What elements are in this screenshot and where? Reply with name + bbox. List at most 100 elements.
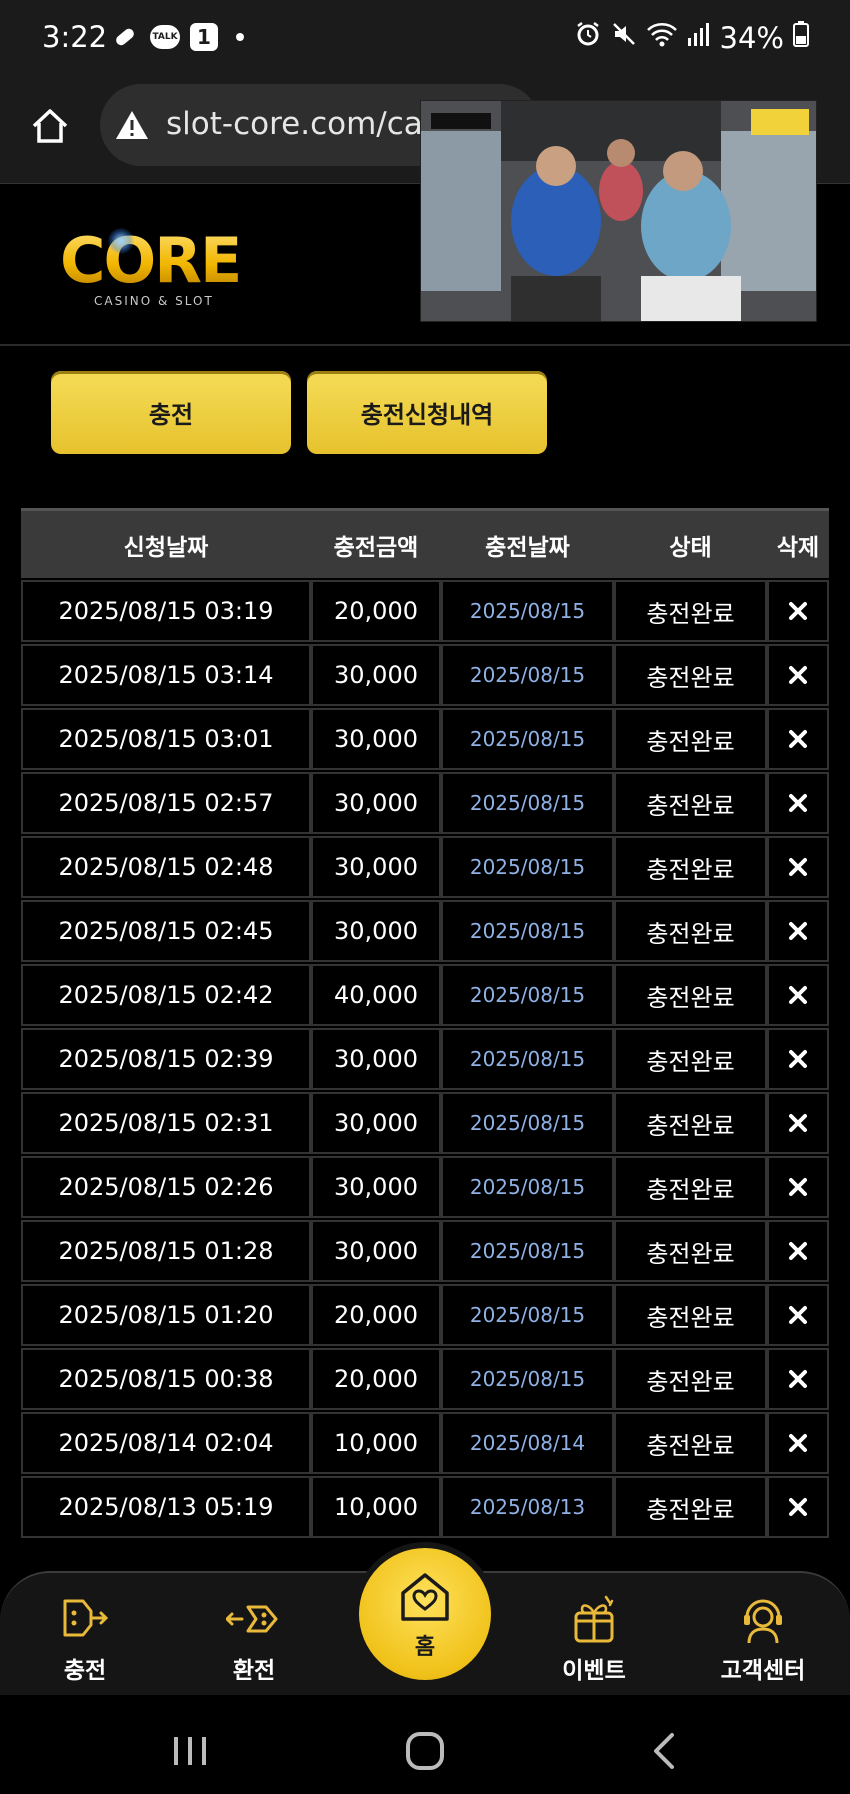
- delete-row-button[interactable]: [767, 1412, 829, 1474]
- close-icon: [789, 794, 807, 812]
- cell-request-date: 2025/08/15 02:31: [21, 1092, 311, 1154]
- delete-row-button[interactable]: [767, 836, 829, 898]
- table-row: 2025/08/15 02:31 30,000 2025/08/15 충전완료: [21, 1092, 829, 1156]
- home-heart-icon: [401, 1573, 449, 1621]
- nav-charge[interactable]: 충전: [30, 1591, 140, 1685]
- nav-home[interactable]: 홈: [359, 1548, 491, 1680]
- pill-icon: [110, 22, 140, 52]
- cell-amount: 30,000: [311, 1156, 441, 1218]
- cell-request-date: 2025/08/15 01:28: [21, 1220, 311, 1282]
- pip-video-overlay[interactable]: [420, 100, 817, 322]
- nav-support[interactable]: 고객센터: [708, 1591, 818, 1685]
- table-row: 2025/08/15 01:28 30,000 2025/08/15 충전완료: [21, 1220, 829, 1284]
- cell-request-date: 2025/08/15 02:42: [21, 964, 311, 1026]
- logo-wordmark: CORE: [60, 224, 242, 297]
- charge-tab-button[interactable]: 충전: [51, 371, 291, 454]
- header-delete: 삭제: [776, 534, 820, 561]
- table-row: 2025/08/15 02:45 30,000 2025/08/15 충전완료: [21, 900, 829, 964]
- cell-status: 충전완료: [614, 1284, 767, 1346]
- delete-row-button[interactable]: [767, 580, 829, 642]
- back-icon[interactable]: [644, 1729, 688, 1773]
- cell-charge-date: 2025/08/14: [441, 1412, 614, 1474]
- cell-request-date: 2025/08/15 00:38: [21, 1348, 311, 1410]
- delete-row-button[interactable]: [767, 1028, 829, 1090]
- cell-request-date: 2025/08/15 02:45: [21, 900, 311, 962]
- browser-home-icon[interactable]: [28, 104, 72, 148]
- cell-charge-date: 2025/08/15: [441, 1220, 614, 1282]
- cell-request-date: 2025/08/15 03:01: [21, 708, 311, 770]
- cell-charge-date: 2025/08/15: [441, 1092, 614, 1154]
- close-icon: [789, 1306, 807, 1324]
- cell-status: 충전완료: [614, 1156, 767, 1218]
- cell-request-date: 2025/08/15 02:48: [21, 836, 311, 898]
- cell-status: 충전완료: [614, 708, 767, 770]
- nav-support-label: 고객센터: [720, 1658, 806, 1684]
- cell-charge-date: 2025/08/15: [441, 772, 614, 834]
- not-secure-warning-icon[interactable]: [114, 108, 150, 142]
- recent-apps-icon[interactable]: [168, 1729, 212, 1773]
- cell-status: 충전완료: [614, 1028, 767, 1090]
- delete-row-button[interactable]: [767, 1348, 829, 1410]
- cell-status: 충전완료: [614, 1348, 767, 1410]
- delete-row-button[interactable]: [767, 1156, 829, 1218]
- table-row: 2025/08/15 00:38 20,000 2025/08/15 충전완료: [21, 1348, 829, 1412]
- cell-request-date: 2025/08/15 02:26: [21, 1156, 311, 1218]
- cell-charge-date: 2025/08/15: [441, 964, 614, 1026]
- delete-row-button[interactable]: [767, 708, 829, 770]
- nav-event[interactable]: 이벤트: [539, 1591, 649, 1685]
- status-notifications: TALK 1: [110, 22, 244, 52]
- system-home-icon[interactable]: [403, 1729, 447, 1773]
- kakaotalk-icon: TALK: [150, 25, 180, 49]
- cell-amount: 30,000: [311, 644, 441, 706]
- nav-charge-label: 충전: [63, 1658, 107, 1684]
- cell-amount: 30,000: [311, 1092, 441, 1154]
- close-icon: [789, 1434, 807, 1452]
- battery-icon: [792, 20, 810, 55]
- cell-charge-date: 2025/08/15: [441, 1156, 614, 1218]
- system-navigation-bar: [0, 1695, 850, 1794]
- site-logo[interactable]: CORE CASINO & SLOT: [60, 224, 250, 314]
- battery-percent: 34%: [719, 20, 784, 55]
- delete-row-button[interactable]: [767, 1476, 829, 1538]
- delete-row-button[interactable]: [767, 1284, 829, 1346]
- header-amount: 충전금액: [333, 534, 419, 561]
- delete-row-button[interactable]: [767, 964, 829, 1026]
- close-icon: [789, 730, 807, 748]
- cell-amount: 30,000: [311, 836, 441, 898]
- table-row: 2025/08/15 02:26 30,000 2025/08/15 충전완료: [21, 1156, 829, 1220]
- delete-row-button[interactable]: [767, 772, 829, 834]
- exchange-icon: [226, 1605, 278, 1633]
- cell-charge-date: 2025/08/15: [441, 1348, 614, 1410]
- nav-event-label: 이벤트: [562, 1658, 626, 1684]
- close-icon: [789, 1242, 807, 1260]
- close-icon: [789, 1498, 807, 1516]
- delete-row-button[interactable]: [767, 644, 829, 706]
- status-time: 3:22: [42, 20, 108, 54]
- cell-request-date: 2025/08/13 05:19: [21, 1476, 311, 1538]
- delete-row-button[interactable]: [767, 1220, 829, 1282]
- table-header: 신청날짜 충전금액 충전날짜 상태 삭제: [21, 508, 829, 578]
- cell-status: 충전완료: [614, 1476, 767, 1538]
- delete-row-button[interactable]: [767, 900, 829, 962]
- table-row: 2025/08/14 02:04 10,000 2025/08/14 충전완료: [21, 1412, 829, 1476]
- cell-charge-date: 2025/08/13: [441, 1476, 614, 1538]
- charge-icon: [63, 1599, 109, 1637]
- nav-exchange[interactable]: 환전: [199, 1591, 309, 1685]
- cell-status: 충전완료: [614, 1092, 767, 1154]
- signal-icon: [686, 20, 712, 55]
- cell-request-date: 2025/08/15 01:20: [21, 1284, 311, 1346]
- cell-amount: 30,000: [311, 1220, 441, 1282]
- charge-history-tab-button[interactable]: 충전신청내역: [307, 371, 547, 454]
- close-icon: [789, 666, 807, 684]
- wifi-icon: [646, 20, 678, 55]
- logo-subtitle: CASINO & SLOT: [94, 294, 214, 308]
- close-icon: [789, 986, 807, 1004]
- cell-request-date: 2025/08/15 02:57: [21, 772, 311, 834]
- cell-charge-date: 2025/08/15: [441, 836, 614, 898]
- delete-row-button[interactable]: [767, 1092, 829, 1154]
- cell-amount: 30,000: [311, 772, 441, 834]
- close-icon: [789, 1050, 807, 1068]
- table-row: 2025/08/15 02:42 40,000 2025/08/15 충전완료: [21, 964, 829, 1028]
- cell-request-date: 2025/08/15 02:39: [21, 1028, 311, 1090]
- gift-icon: [574, 1595, 614, 1643]
